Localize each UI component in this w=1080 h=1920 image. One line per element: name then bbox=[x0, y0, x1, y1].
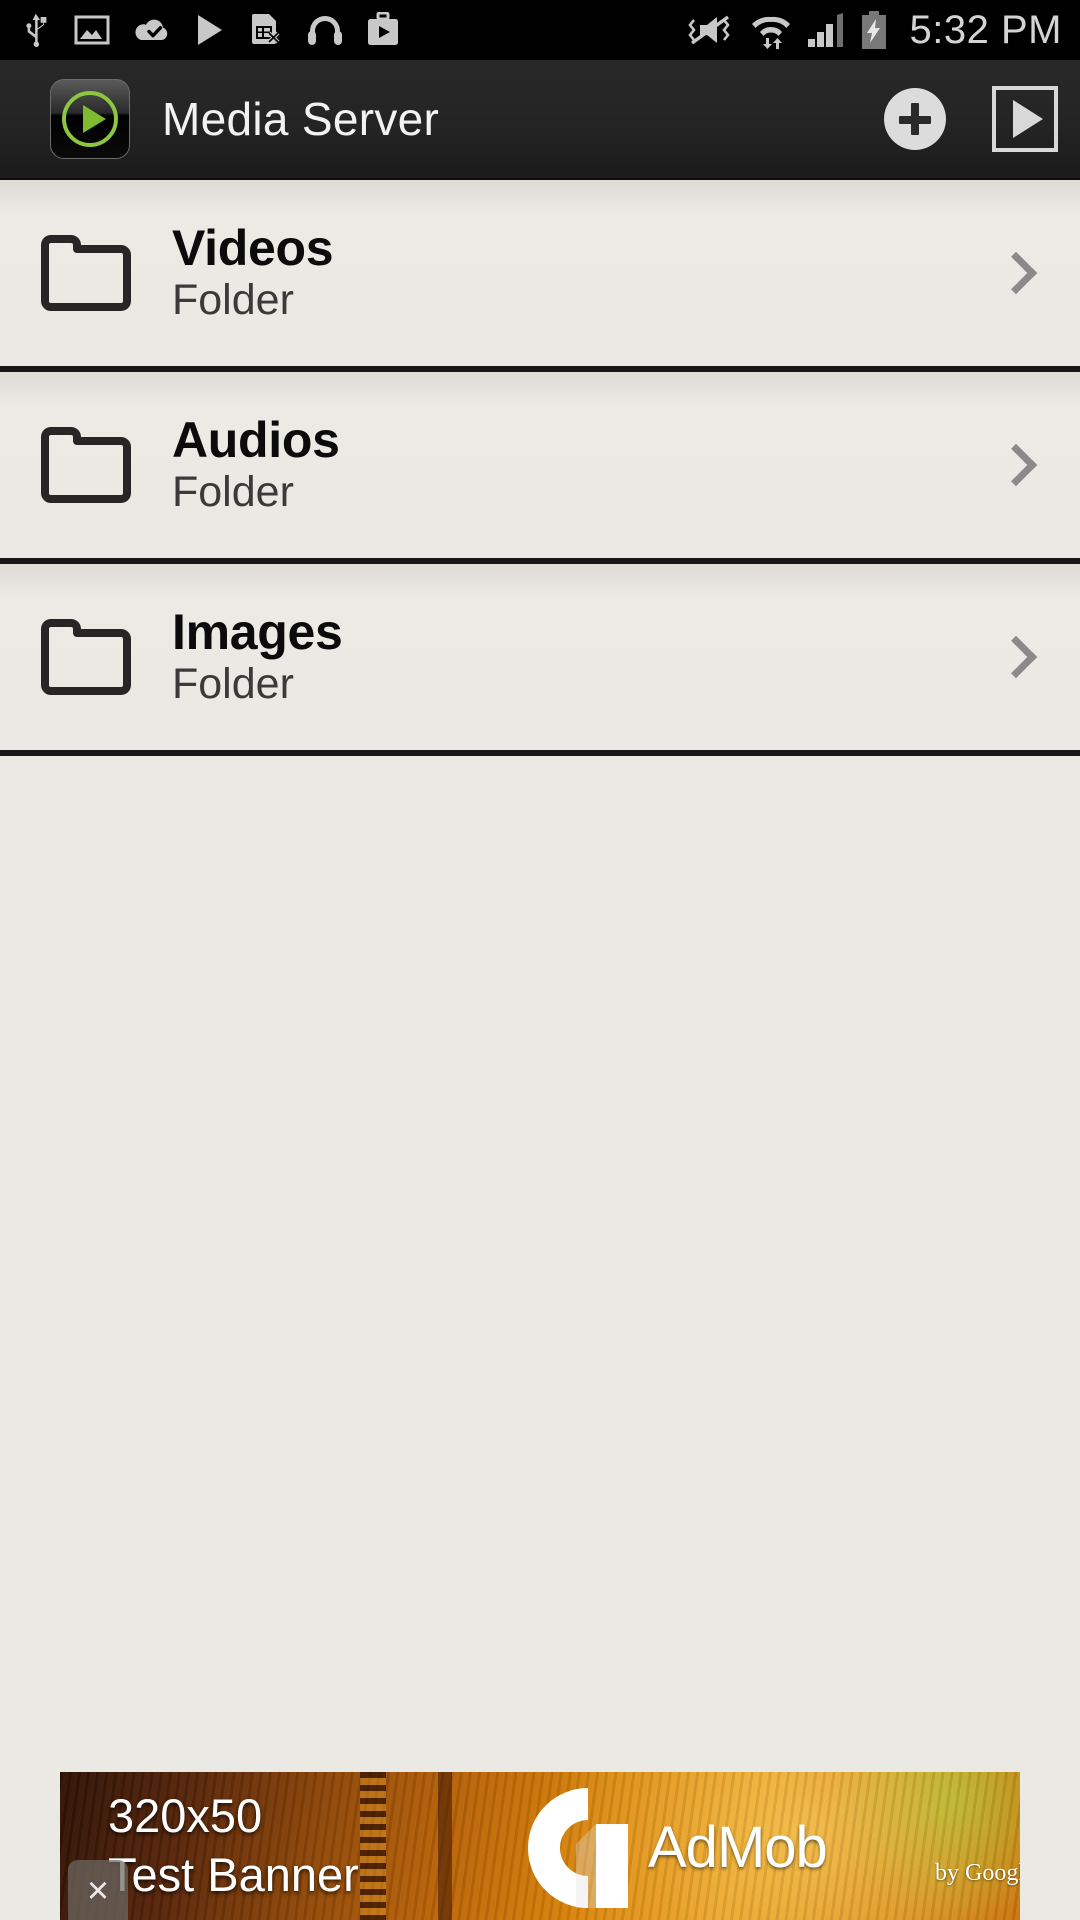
battery-charging-icon bbox=[861, 11, 886, 49]
play-button[interactable] bbox=[970, 59, 1080, 179]
ad-banner-line1: 320x50 bbox=[108, 1789, 263, 1842]
plus-icon bbox=[884, 88, 946, 150]
chevron-right-icon[interactable] bbox=[960, 443, 1080, 487]
list-item-subtitle: Folder bbox=[172, 659, 294, 708]
image-icon bbox=[74, 15, 110, 45]
folder-icon bbox=[0, 233, 172, 313]
briefcase-play-icon bbox=[368, 12, 398, 45]
chevron-glyph bbox=[994, 635, 1038, 679]
headphones-icon bbox=[308, 16, 342, 45]
status-bar-notification-icons bbox=[0, 11, 682, 49]
folder-glyph bbox=[41, 427, 131, 503]
phone-screen: 5:32 PM Media Server Videos Folder Audio… bbox=[0, 0, 1080, 1920]
play-square-icon bbox=[992, 86, 1058, 152]
status-bar: 5:32 PM bbox=[0, 0, 1080, 60]
ad-banner-filmstrip-secondary bbox=[438, 1772, 452, 1920]
list-item-text: Images Folder bbox=[172, 603, 960, 708]
list-item-title: Audios bbox=[172, 411, 340, 468]
wifi-data-icon bbox=[751, 16, 790, 49]
usb-icon bbox=[26, 13, 47, 48]
logo-play-glyph bbox=[62, 91, 118, 147]
admob-logo-icon bbox=[528, 1788, 628, 1908]
ad-banner[interactable]: 320x50 Test Banner AdMob by Google × bbox=[60, 1772, 1020, 1920]
list-item-subtitle: Folder bbox=[172, 275, 294, 324]
list-item[interactable]: Images Folder bbox=[0, 564, 1080, 756]
ad-banner-filmstrip bbox=[360, 1772, 386, 1920]
list-item-subtitle: Folder bbox=[172, 467, 294, 516]
app-title: Media Server bbox=[162, 93, 440, 145]
sim-card-error-icon bbox=[252, 14, 280, 44]
play-icon bbox=[198, 15, 222, 45]
list-item[interactable]: Videos Folder bbox=[0, 180, 1080, 372]
chevron-glyph bbox=[994, 443, 1038, 487]
admob-wordmark: AdMob bbox=[648, 1815, 828, 1880]
media-folder-list: Videos Folder Audios Folder Images Folde… bbox=[0, 180, 1080, 756]
folder-icon bbox=[0, 617, 172, 697]
chevron-glyph bbox=[994, 251, 1038, 295]
chevron-right-icon[interactable] bbox=[960, 635, 1080, 679]
status-bar-clock: 5:32 PM bbox=[909, 7, 1062, 52]
admob-byline: by Google bbox=[935, 1860, 1020, 1886]
close-icon[interactable]: × bbox=[68, 1860, 128, 1920]
cloud-check-icon bbox=[135, 19, 168, 40]
vibrate-mute-icon bbox=[687, 15, 730, 45]
chevron-right-icon[interactable] bbox=[960, 251, 1080, 295]
list-item[interactable]: Audios Folder bbox=[0, 372, 1080, 564]
folder-icon bbox=[0, 425, 172, 505]
signal-bars-icon bbox=[807, 13, 843, 47]
media-server-logo-icon[interactable] bbox=[50, 79, 130, 159]
folder-glyph bbox=[41, 619, 131, 695]
add-server-button[interactable] bbox=[860, 59, 970, 179]
status-bar-system-icons: 5:32 PM bbox=[682, 8, 1080, 53]
list-item-text: Videos Folder bbox=[172, 219, 960, 324]
action-bar: Media Server bbox=[0, 60, 1080, 180]
play-triangle-glyph bbox=[1013, 100, 1043, 138]
list-item-title: Videos bbox=[172, 219, 334, 276]
list-item-title: Images bbox=[172, 603, 343, 660]
ad-banner-text: 320x50 Test Banner bbox=[108, 1792, 359, 1898]
folder-glyph bbox=[41, 235, 131, 311]
ad-banner-line2: Test Banner bbox=[108, 1848, 359, 1901]
list-item-text: Audios Folder bbox=[172, 411, 960, 516]
